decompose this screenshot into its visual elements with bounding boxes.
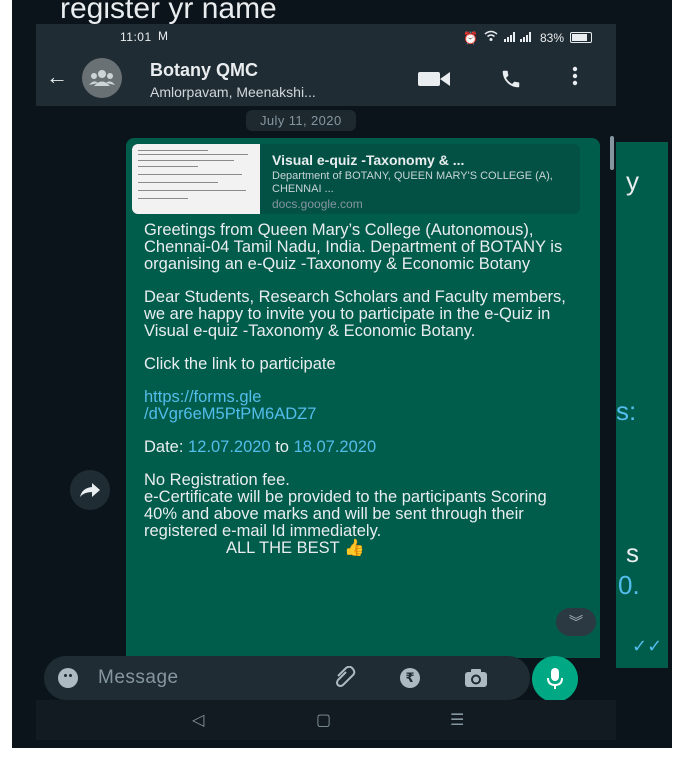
chat-header: ← Botany QMC Amlorpavam, Meenakshi... <box>36 50 616 106</box>
status-bar: 11:01 M ⏰ 83% <box>36 24 616 50</box>
date-from[interactable]: 12.07.2020 <box>188 438 271 456</box>
wifi-icon <box>484 30 498 45</box>
nav-home-icon[interactable]: ▢ <box>316 710 331 730</box>
nav-recents-icon[interactable]: ☰ <box>450 710 464 730</box>
battery-icon <box>570 32 592 43</box>
date-to[interactable]: 18.07.2020 <box>294 438 377 456</box>
chat-title[interactable]: Botany QMC <box>150 60 258 81</box>
battery-level: 83% <box>539 30 564 45</box>
date-to-word: to <box>270 438 294 456</box>
link-preview[interactable]: Visual e-quiz -Taxonomy & ... Department… <box>132 144 580 214</box>
message-body: Greetings from Queen Mary’s College (Aut… <box>144 222 584 557</box>
emoji-icon[interactable] <box>58 668 78 688</box>
background-fragment: s: <box>616 396 637 426</box>
microphone-icon <box>547 668 563 689</box>
message-greeting: Greetings from Queen Mary’s College (Aut… <box>144 221 563 273</box>
screenshot-frame: register yr name y s: s 0. ✓✓ 11:01 M ⏰ … <box>12 0 672 748</box>
message-bubble[interactable]: Visual e-quiz -Taxonomy & ... Department… <box>126 138 600 658</box>
double-chevron-down-icon: ︾ <box>569 614 583 630</box>
background-fragment: 0. <box>618 570 640 600</box>
more-options-icon[interactable] <box>572 66 578 91</box>
background-text: register yr name <box>60 0 277 25</box>
message-input[interactable]: Message <box>98 667 179 689</box>
message-invite: Dear Students, Research Scholars and Fac… <box>144 288 566 340</box>
arrow-left-icon[interactable]: ← <box>46 66 68 88</box>
link-preview-title: Visual e-quiz -Taxonomy & ... <box>272 152 465 168</box>
double-tick-icon: ✓✓ <box>632 636 663 656</box>
chat-subtitle[interactable]: Amlorpavam, Meenakshi... <box>150 84 316 100</box>
form-link-part2[interactable]: /dVgr6eM5PtPM6ADZ7 <box>144 405 316 423</box>
alarm-icon: ⏰ <box>463 30 478 45</box>
date-chip: July 11, 2020 <box>246 110 356 131</box>
forward-icon <box>80 483 100 497</box>
nav-back-icon[interactable]: ◁ <box>192 710 204 730</box>
forward-button[interactable] <box>70 470 110 510</box>
message-link[interactable]: https://forms.gle /dVgr6eM5PtPM6ADZ7 <box>144 389 584 423</box>
system-nav-bar: ◁ ▢ ☰ <box>36 700 616 740</box>
group-icon <box>89 70 115 86</box>
link-preview-domain: docs.google.com <box>272 197 363 211</box>
message-closing: ALL THE BEST <box>226 539 340 557</box>
form-link-part1[interactable]: https://forms.gle <box>144 388 261 406</box>
phone-screen: 11:01 M ⏰ 83% ← Botany QMC Amlorpavam, M… <box>36 24 616 740</box>
status-icons: ⏰ 83% <box>463 30 592 45</box>
link-preview-thumbnail <box>132 144 260 214</box>
link-preview-description: Department of BOTANY, QUEEN MARY'S COLLE… <box>272 170 553 195</box>
attach-icon[interactable] <box>334 665 358 694</box>
group-avatar[interactable] <box>82 58 122 98</box>
thumbs-up-icon: 👍 <box>344 539 365 557</box>
status-time: 11:01 <box>120 30 152 44</box>
background-fragment: s <box>626 538 639 568</box>
date-prefix: Date: <box>144 438 189 456</box>
message-click-line: Click the link to participate <box>144 355 336 373</box>
message-notes: No Registration fee. <box>144 471 290 489</box>
phone-call-icon[interactable] <box>500 68 522 95</box>
message-input-bar[interactable]: Message ₹ <box>44 656 530 700</box>
voice-message-button[interactable] <box>532 656 578 702</box>
video-call-icon[interactable] <box>418 70 450 93</box>
message-certificate: e-Certificate will be provided to the pa… <box>144 488 547 540</box>
message-closing-line: ALL THE BEST 👍 <box>226 540 584 557</box>
camera-icon[interactable] <box>464 668 488 693</box>
signal-icon <box>503 31 534 45</box>
scrollbar[interactable] <box>610 136 614 170</box>
gmail-icon: M <box>158 29 168 43</box>
payment-icon[interactable]: ₹ <box>400 668 420 688</box>
message-date-line: Date: 12.07.2020 to 18.07.2020 <box>144 439 584 456</box>
scroll-down-button[interactable]: ︾ <box>556 608 596 636</box>
background-fragment: y <box>626 166 639 196</box>
